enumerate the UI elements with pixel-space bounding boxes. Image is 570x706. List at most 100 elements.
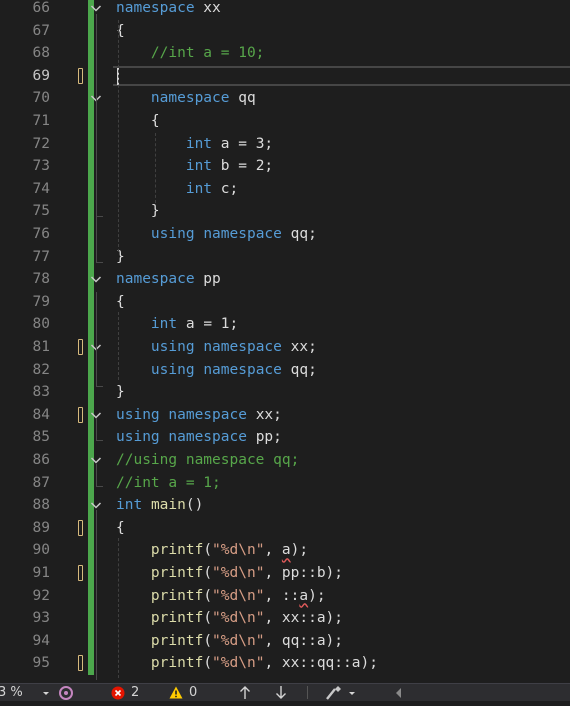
change-indicator (88, 516, 94, 540)
change-indicator (88, 629, 94, 653)
code-line[interactable]: 71 { (0, 110, 570, 133)
code-line[interactable]: 94 printf("%d\n", qq::a); (0, 629, 570, 653)
code-text: using namespace qq; (150, 226, 317, 242)
code-text: } (116, 203, 160, 220)
indent-guide (118, 538, 119, 678)
code-line[interactable]: 83} (0, 381, 570, 404)
code-line[interactable]: 66 namespace xx (0, 0, 570, 20)
change-indicator (88, 607, 94, 630)
warning-count[interactable]: 0 (189, 684, 197, 701)
code-text: printf("%d\n", xx::a); (150, 610, 344, 627)
code-line[interactable]: 73 int b = 2; (0, 155, 570, 178)
line-number: 80 (32, 316, 50, 333)
code-text: { (116, 519, 125, 536)
code-line[interactable]: 88 int main() (0, 494, 570, 517)
code-line[interactable]: 89 { (0, 516, 570, 540)
line-number: 94 (32, 632, 50, 649)
code-text: namespace xx (116, 0, 221, 16)
divider (307, 686, 308, 699)
unsaved-change-marker (78, 655, 83, 672)
line-number: 86 (32, 452, 50, 468)
code-text: printf("%d\n", pp::b); (150, 565, 344, 581)
line-number: 70 (32, 90, 50, 107)
code-line[interactable]: 70 namespace qq (0, 87, 570, 110)
change-indicator (88, 155, 94, 178)
fold-bracket (96, 352, 103, 387)
code-line[interactable]: 74 int c; (0, 177, 570, 201)
code-line[interactable]: 81 using namespace xx; (0, 336, 570, 359)
warning-icon[interactable] (168, 684, 184, 701)
line-number: 66 (32, 0, 50, 16)
line-number: 78 (32, 271, 50, 288)
code-line[interactable]: 86 //using namespace qq; (0, 449, 570, 472)
change-indicator (88, 19, 94, 43)
change-indicator (88, 652, 94, 675)
code-line[interactable]: 92 printf("%d\n", ::a); (0, 584, 570, 608)
zoom-dropdown-icon[interactable] (42, 684, 50, 701)
code-line[interactable]: 82 using namespace qq; (0, 358, 570, 382)
code-text: using namespace xx; (150, 339, 317, 355)
line-number: 95 (32, 655, 50, 672)
code-line[interactable]: 67{ (0, 19, 570, 43)
change-indicator (88, 132, 94, 156)
code-text: namespace qq (150, 90, 256, 107)
line-number: 84 (32, 406, 50, 423)
line-number: 71 (32, 113, 50, 129)
error-icon[interactable] (110, 684, 126, 701)
code-line[interactable]: 69 (0, 64, 570, 88)
unsaved-change-marker (78, 339, 83, 355)
code-line[interactable]: 72 int a = 3; (0, 132, 570, 156)
cleanup-dropdown-icon[interactable] (348, 684, 356, 701)
code-editor[interactable]: 66 namespace xx 67{68 //int a = 10; 69 70 na… (0, 0, 570, 680)
line-number: 77 (32, 248, 50, 265)
code-line[interactable]: 91 printf("%d\n", pp::b); (0, 562, 570, 585)
chevron-down-icon[interactable] (89, 1, 103, 15)
change-indicator (88, 426, 94, 449)
change-indicator (88, 223, 94, 246)
code-line[interactable]: 68 //int a = 10; (0, 42, 570, 65)
error-count[interactable]: 2 (131, 684, 139, 701)
code-line[interactable]: 90 printf("%d\n", a); (0, 539, 570, 562)
arrow-up-icon[interactable] (238, 684, 252, 701)
line-number: 73 (32, 158, 50, 175)
code-text: } (116, 384, 125, 401)
arrow-down-icon[interactable] (274, 684, 288, 701)
change-indicator (88, 584, 94, 608)
unsaved-change-marker (78, 565, 83, 581)
code-cleanup-icon[interactable] (324, 684, 344, 701)
change-indicator (88, 110, 94, 133)
zoom-level[interactable]: 3 % (0, 684, 23, 701)
line-number: 87 (32, 474, 50, 491)
code-line[interactable]: 75 } (0, 200, 570, 223)
code-text: printf("%d\n", qq::a); (150, 632, 344, 649)
code-text: //using namespace qq; (116, 452, 300, 468)
code-text: printf("%d\n", a); (150, 542, 309, 559)
fold-bracket (96, 510, 103, 680)
change-indicator (88, 381, 94, 404)
code-line[interactable]: 87 //int a = 1; (0, 471, 570, 495)
code-line[interactable]: 84 using namespace xx; (0, 403, 570, 427)
line-number: 67 (32, 22, 50, 39)
change-indicator (88, 64, 94, 88)
scroll-left-icon[interactable] (394, 684, 404, 701)
indent-guide (155, 133, 156, 203)
change-indicator (88, 562, 94, 585)
change-indicator (88, 539, 94, 562)
indent-guide (118, 312, 119, 380)
code-line[interactable]: 78 namespace pp (0, 268, 570, 291)
code-line[interactable]: 76 using namespace qq; (0, 223, 570, 246)
code-line[interactable]: 95 printf("%d\n", xx::qq::a); (0, 652, 570, 675)
code-line[interactable]: 93 printf("%d\n", xx::a); (0, 607, 570, 630)
code-line[interactable]: 79 { (0, 290, 570, 314)
code-text: int a = 3; (185, 135, 274, 152)
unsaved-change-marker (78, 406, 83, 423)
current-line-highlight (113, 65, 570, 86)
code-line[interactable]: 77} (0, 245, 570, 269)
chevron-down-icon[interactable] (89, 272, 103, 286)
line-number: 93 (32, 610, 50, 627)
code-line[interactable]: 80 int a = 1; (0, 313, 570, 336)
line-number: 81 (32, 339, 50, 355)
code-text: //int a = 1; (116, 474, 221, 491)
copilot-icon[interactable] (58, 684, 74, 701)
code-line[interactable]: 85 using namespace pp; (0, 426, 570, 449)
